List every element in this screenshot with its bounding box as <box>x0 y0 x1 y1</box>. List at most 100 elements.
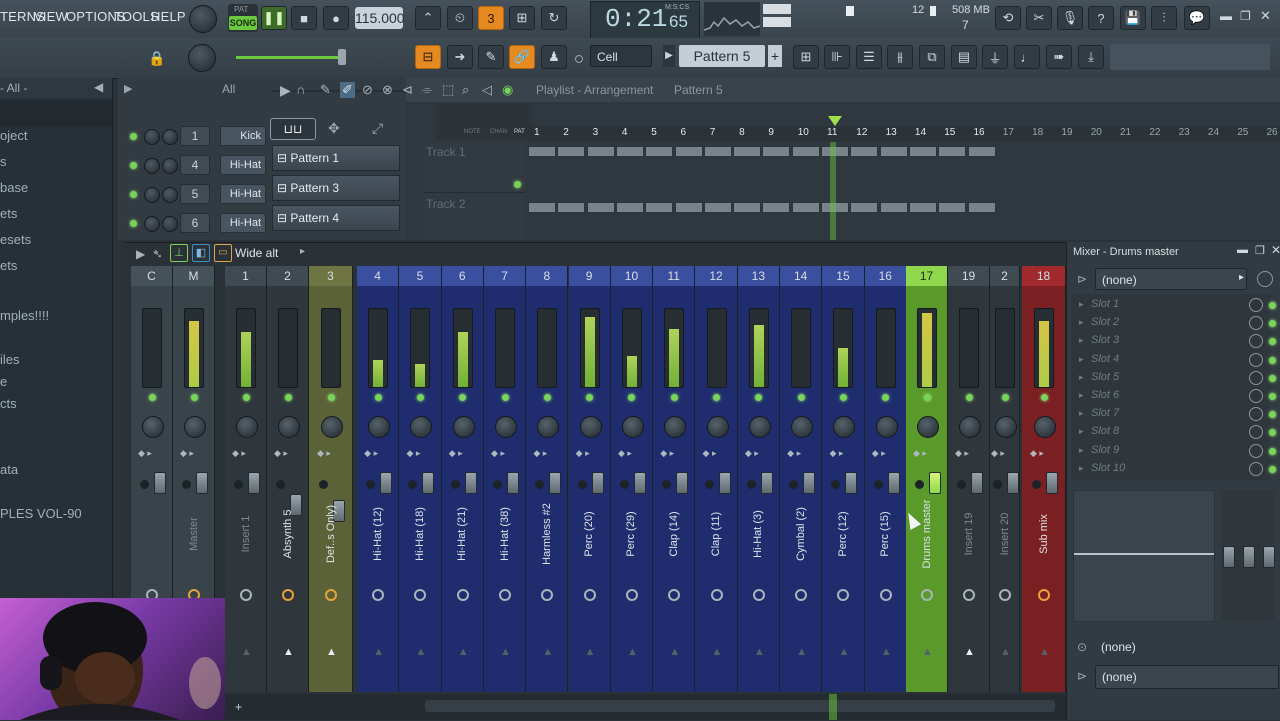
delete-icon[interactable]: ⊘ <box>362 82 373 98</box>
stereo-separation-icon[interactable]: ◆ ▸ <box>991 448 1005 459</box>
pattern-clip[interactable] <box>645 146 674 157</box>
minimize-icon[interactable]: ▬ <box>1220 9 1232 23</box>
slot-arrow-icon[interactable]: ▸ <box>1079 317 1084 328</box>
add-pattern-button[interactable]: + <box>768 45 782 67</box>
track-enable-led[interactable] <box>148 394 156 401</box>
mixer-track[interactable]: 5 ◆ ▸ Hi-Hat (18) ▲ <box>399 266 442 692</box>
channel-name[interactable]: Kick <box>220 126 266 146</box>
pattern-clip[interactable] <box>586 202 615 213</box>
track-enable-led[interactable] <box>628 394 636 401</box>
stereo-knob[interactable] <box>873 480 883 489</box>
pattern-clip[interactable] <box>967 146 996 157</box>
slot-arrow-icon[interactable]: ▸ <box>1079 372 1084 383</box>
record-arm-icon[interactable] <box>999 589 1011 601</box>
stereo-separation-icon[interactable]: ◆ ▸ <box>491 448 505 459</box>
pattern-prev-icon[interactable]: ▶ <box>663 45 675 67</box>
mixer-track[interactable]: 3 ◆ ▸ Def..s Only) ▲ <box>309 266 353 692</box>
record-arm-icon[interactable] <box>282 589 294 601</box>
pan-knob[interactable] <box>144 129 160 145</box>
mixer-track-number[interactable]: 5 <box>399 266 441 286</box>
pan-knob[interactable] <box>875 416 898 438</box>
send-arrow-icon[interactable]: ▲ <box>881 646 892 658</box>
pattern-clip[interactable] <box>733 146 762 157</box>
slot-led[interactable] <box>1269 356 1276 364</box>
pan-knob[interactable] <box>144 158 160 174</box>
send-arrow-icon[interactable]: ▲ <box>627 646 638 658</box>
stereo-separation-icon[interactable]: ◆ ▸ <box>138 448 152 459</box>
channel-number[interactable]: 5 <box>180 184 210 204</box>
slot-mix-knob[interactable] <box>1249 352 1263 367</box>
pan-knob[interactable] <box>142 416 164 438</box>
stereo-separation-icon[interactable]: ◆ ▸ <box>364 448 378 459</box>
send-arrow-icon[interactable]: ▲ <box>542 646 553 658</box>
link-icon[interactable]: 🔗 <box>509 45 535 69</box>
arrow-icon[interactable]: ➜ <box>447 45 473 69</box>
snap-select[interactable]: Cell <box>590 45 652 67</box>
fx-slot[interactable]: Slot 7 <box>1091 407 1119 419</box>
volume-knob[interactable] <box>162 158 178 174</box>
pause-icon[interactable]: ❚❚ <box>261 6 287 30</box>
channel-led[interactable] <box>130 220 137 227</box>
save-icon[interactable]: 💾 <box>1120 6 1146 30</box>
track-enable-led[interactable] <box>839 394 847 401</box>
pan-knob[interactable] <box>368 416 391 438</box>
send-arrow-icon[interactable]: ▲ <box>922 646 933 658</box>
volume-fader[interactable] <box>676 472 689 494</box>
step-edit-icon[interactable]: ⊞ <box>509 6 535 30</box>
stereo-knob[interactable] <box>662 480 672 489</box>
volume-fader[interactable] <box>422 472 435 494</box>
pattern-clip[interactable] <box>645 202 674 213</box>
mixer-track-label[interactable]: Hi-Hat (12) <box>372 507 384 561</box>
browser-item[interactable]: s <box>0 154 7 169</box>
send-arrow-icon[interactable]: ▲ <box>1000 646 1011 658</box>
mixer-track[interactable]: 11 ◆ ▸ Clap (14) ▲ <box>653 266 696 692</box>
slot-led[interactable] <box>1269 374 1276 382</box>
stereo-knob[interactable] <box>619 480 629 489</box>
pattern-clip[interactable] <box>938 202 967 213</box>
channel-number[interactable]: 1 <box>180 126 210 146</box>
volume-knob[interactable] <box>162 216 178 232</box>
playlist-menu-icon[interactable]: ▶ <box>280 82 291 99</box>
draw-icon[interactable]: ✎ <box>478 45 504 69</box>
mixer-track[interactable]: 18 ◆ ▸ Sub mix ▲ <box>1022 266 1066 692</box>
record-arm-icon[interactable] <box>583 589 596 601</box>
mixer-track-label[interactable]: Sub mix <box>1038 514 1050 554</box>
slot-mix-knob[interactable] <box>1249 334 1263 349</box>
stereo-knob[interactable] <box>319 480 328 489</box>
mixer-track-number[interactable]: 9 <box>568 266 610 286</box>
pattern-clip[interactable] <box>908 146 937 157</box>
pan-knob[interactable] <box>579 416 602 438</box>
mixer-track-number[interactable]: 3 <box>309 266 352 286</box>
mixer-track-label[interactable]: Absynth 5 <box>282 510 294 559</box>
record-arm-icon[interactable] <box>795 589 808 601</box>
close-icon[interactable]: ✕ <box>1260 8 1271 24</box>
stereo-separation-icon[interactable]: ◆ ▸ <box>406 448 420 459</box>
mixer-track-label[interactable]: Master <box>188 517 200 551</box>
track-enable-led[interactable] <box>416 394 424 401</box>
record-arm-icon[interactable] <box>963 589 975 601</box>
send-arrow-icon[interactable]: ▲ <box>585 646 596 658</box>
download-icon[interactable]: ⤓ <box>1078 45 1104 69</box>
track-enable-led[interactable] <box>190 394 198 401</box>
mixer-track-number[interactable]: 1 <box>225 266 266 286</box>
mixer-track-label[interactable]: Hi-Hat (21) <box>456 507 468 561</box>
tempo-display[interactable]: 115.000 <box>355 7 405 29</box>
browser-filter[interactable]: - All - <box>0 81 27 95</box>
stereo-separation-icon[interactable]: ◆ ▸ <box>317 448 331 459</box>
eq-graph[interactable] <box>1073 490 1215 622</box>
pan-knob[interactable] <box>410 416 433 438</box>
stereo-knob[interactable] <box>366 480 376 489</box>
slot-arrow-icon[interactable]: ▸ <box>1079 408 1084 419</box>
channel-name[interactable]: Hi-Hat <box>220 184 266 204</box>
slot-led[interactable] <box>1269 447 1276 455</box>
slot-led[interactable] <box>1269 393 1276 400</box>
slot-mix-knob[interactable] <box>1249 298 1263 312</box>
pattern-clip[interactable] <box>850 202 879 213</box>
mixer-track-number[interactable]: C <box>131 266 172 286</box>
mixer-track-number[interactable]: 17 <box>906 266 947 286</box>
mixer-track-label[interactable]: Clap (14) <box>668 511 680 556</box>
mixer-wide-icon[interactable]: ⊥ <box>170 244 188 262</box>
select-icon[interactable]: ⬚ <box>442 82 454 98</box>
pattern-clip[interactable] <box>733 202 762 213</box>
record-arm-icon[interactable] <box>710 589 723 601</box>
